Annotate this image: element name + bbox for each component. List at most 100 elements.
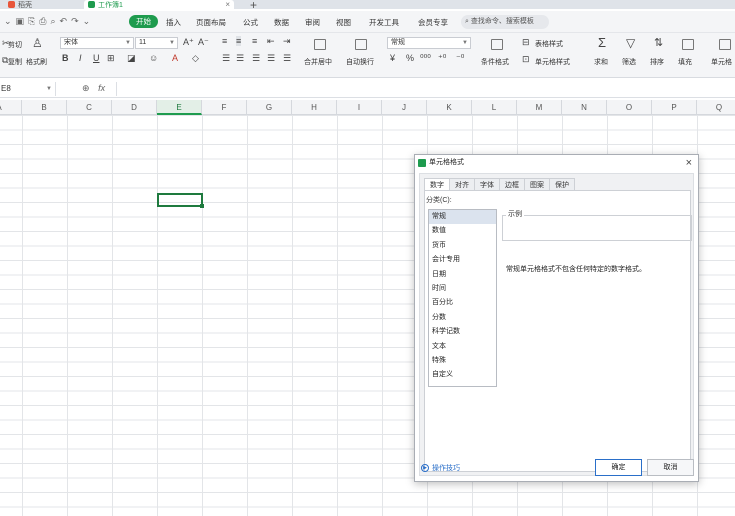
column-header-f[interactable]: F [202, 100, 247, 115]
column-header-m[interactable]: M [517, 100, 562, 115]
increase-decimal-icon[interactable]: ⁺⁰ [438, 53, 446, 64]
filter-button[interactable]: 筛选 [622, 57, 636, 67]
more-icon[interactable]: ⌄ [83, 16, 91, 27]
menu-member[interactable]: 会员专享 [418, 17, 448, 28]
align-right-icon[interactable]: ☰ [252, 53, 260, 64]
align-center-icon[interactable]: ☰ [236, 53, 244, 64]
merge-center-icon[interactable] [314, 39, 326, 50]
category-item[interactable]: 文本 [429, 340, 496, 354]
column-header-h[interactable]: H [292, 100, 337, 115]
distribute-icon[interactable]: ☰ [283, 53, 291, 64]
highlight-icon[interactable]: ☺ [149, 53, 158, 63]
font-name-select[interactable]: 宋体 ▼ [60, 37, 134, 49]
fill-button[interactable]: 填充 [678, 57, 692, 67]
zoom-icon[interactable]: ⊕ [82, 83, 90, 93]
menu-review[interactable]: 审阅 [305, 17, 320, 28]
category-item[interactable]: 会计专用 [429, 253, 496, 267]
merge-center-button[interactable]: 合并居中 [304, 57, 332, 67]
cell-style-button[interactable]: 单元格样式 [535, 57, 570, 67]
column-header-a[interactable]: A [0, 100, 22, 115]
column-header-o[interactable]: O [607, 100, 652, 115]
font-size-select[interactable]: 11 ▼ [135, 37, 178, 49]
search-input[interactable]: ⌕ 查找命令、搜索模板 [461, 15, 549, 29]
bold-icon[interactable]: B [62, 53, 69, 63]
menu-developer[interactable]: 开发工具 [369, 17, 399, 28]
align-bottom-icon[interactable]: ≡ [252, 36, 257, 46]
category-item[interactable]: 分数 [429, 311, 496, 325]
chevron-down-icon[interactable]: ⌄ [4, 16, 12, 27]
fill-icon[interactable] [682, 39, 694, 50]
column-header-j[interactable]: J [382, 100, 427, 115]
currency-icon[interactable]: ¥ [390, 53, 395, 63]
category-item[interactable]: 百分比 [429, 296, 496, 310]
ok-button[interactable]: 确定 [595, 459, 642, 476]
category-item[interactable]: 自定义 [429, 368, 496, 382]
column-header-i[interactable]: I [337, 100, 382, 115]
decrease-font-icon[interactable]: A⁻ [198, 37, 209, 48]
table-style-icon[interactable]: ⊟ [522, 37, 530, 48]
category-item[interactable]: 特殊 [429, 354, 496, 368]
category-item[interactable]: 数值 [429, 224, 496, 238]
wrap-text-button[interactable]: 自动换行 [346, 57, 374, 67]
percent-icon[interactable]: % [406, 53, 414, 63]
align-left-icon[interactable]: ☰ [222, 53, 230, 64]
border-icon[interactable]: ⊞ [107, 53, 115, 64]
conditional-format-icon[interactable] [491, 39, 503, 50]
sort-button[interactable]: 排序 [650, 57, 664, 67]
align-middle-icon[interactable]: ≡ [236, 36, 242, 46]
justify-icon[interactable]: ☰ [267, 53, 275, 64]
cut-button[interactable]: 剪切 [8, 40, 22, 50]
column-header-e[interactable]: E [157, 100, 202, 115]
format-painter-icon[interactable]: ♙ [32, 36, 43, 50]
italic-icon[interactable]: I [79, 53, 82, 63]
fx-icon[interactable]: fx [98, 83, 105, 93]
column-header-n[interactable]: N [562, 100, 607, 115]
dialog-title-bar[interactable]: 单元格格式 × [415, 155, 698, 170]
number-format-select[interactable]: 常规 ▼ [387, 37, 471, 49]
tips-link[interactable]: ▶ 操作技巧 [421, 463, 460, 473]
column-header-b[interactable]: B [22, 100, 67, 115]
sum-icon[interactable]: Σ [598, 35, 606, 50]
cancel-button[interactable]: 取消 [647, 459, 694, 476]
menu-view[interactable]: 视图 [336, 17, 351, 28]
export-icon[interactable]: ⎘ [28, 16, 35, 27]
column-header-l[interactable]: L [472, 100, 517, 115]
column-header-p[interactable]: P [652, 100, 697, 115]
format-painter-button[interactable]: 格式刷 [26, 57, 47, 67]
tab-docer[interactable]: 稻壳 [4, 0, 78, 9]
close-icon[interactable]: × [225, 0, 230, 9]
category-item[interactable]: 时间 [429, 282, 496, 296]
cell-button[interactable]: 单元格 [711, 57, 732, 67]
category-list[interactable]: 常规 数值 货币 会计专用 日期 时间 百分比 分数 科学记数 文本 特殊 自定义 [428, 209, 497, 387]
menu-data[interactable]: 数据 [274, 17, 289, 28]
underline-icon[interactable]: U [93, 53, 100, 63]
column-header-q[interactable]: Q [697, 100, 735, 115]
menu-formula[interactable]: 公式 [243, 17, 258, 28]
wrap-text-icon[interactable] [355, 39, 367, 50]
cell-icon[interactable] [719, 39, 731, 50]
active-cell[interactable] [157, 193, 204, 208]
category-item[interactable]: 日期 [429, 268, 496, 282]
indent-increase-icon[interactable]: ⇥ [283, 36, 291, 47]
tab-workbook[interactable]: 工作簿1 × [84, 0, 234, 9]
column-header-c[interactable]: C [67, 100, 112, 115]
preview-icon[interactable]: ⌕ [50, 16, 55, 27]
table-style-button[interactable]: 表格样式 [535, 39, 563, 49]
decrease-decimal-icon[interactable]: ⁻⁰ [456, 53, 464, 64]
save-icon[interactable]: ▣ [16, 16, 25, 27]
clear-format-icon[interactable]: ◇ [192, 53, 199, 64]
undo-icon[interactable]: ↶ [60, 16, 68, 27]
redo-icon[interactable]: ↷ [71, 16, 79, 27]
column-header-k[interactable]: K [427, 100, 472, 115]
print-icon[interactable]: ⎙ [39, 16, 46, 27]
fill-color-icon[interactable]: ◪ [127, 53, 136, 64]
align-top-icon[interactable]: ≡ [222, 36, 227, 46]
close-icon[interactable]: × [686, 156, 692, 171]
column-header-g[interactable]: G [247, 100, 292, 115]
thousands-icon[interactable]: ⁰⁰⁰ [420, 53, 431, 64]
conditional-format-button[interactable]: 条件格式 [481, 57, 509, 67]
filter-icon[interactable]: ▽ [626, 36, 635, 50]
menu-page-layout[interactable]: 页面布局 [196, 17, 226, 28]
menu-insert[interactable]: 插入 [166, 17, 181, 28]
formula-input[interactable] [116, 82, 735, 96]
